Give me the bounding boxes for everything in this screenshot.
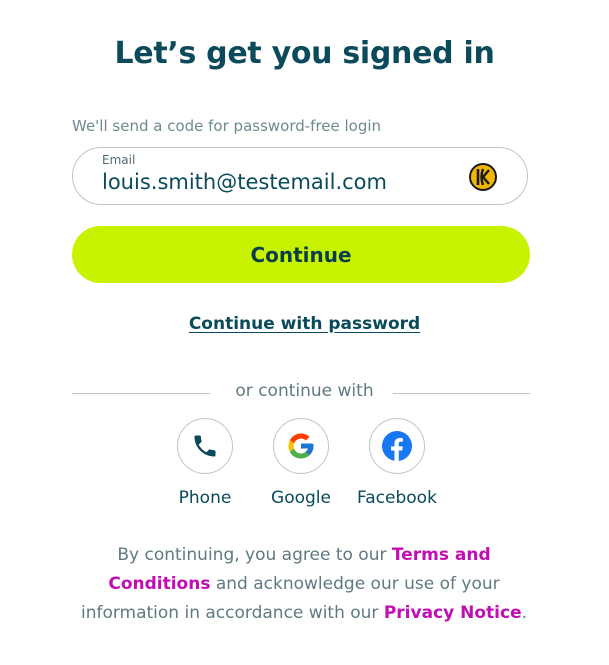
legal-notice: By continuing, you agree to our Terms an…: [72, 541, 536, 628]
email-input[interactable]: [102, 170, 442, 194]
phone-icon: [194, 435, 216, 457]
legal-suffix: .: [521, 603, 528, 623]
email-label: Email: [102, 153, 136, 167]
facebook-option[interactable]: Facebook: [352, 418, 442, 508]
privacy-link[interactable]: Privacy Notice: [384, 603, 522, 623]
continue-with-password-link[interactable]: Continue with password: [0, 314, 609, 334]
divider-text: or continue with: [235, 381, 374, 401]
phone-label: Phone: [178, 488, 232, 508]
google-label: Google: [271, 488, 331, 508]
login-hint: We'll send a code for password-free logi…: [72, 117, 382, 135]
phone-option[interactable]: Phone: [160, 418, 250, 508]
facebook-icon: [382, 431, 412, 461]
phone-button[interactable]: [177, 418, 233, 474]
continue-button[interactable]: Continue: [72, 226, 530, 283]
email-field[interactable]: Email: [72, 147, 528, 205]
facebook-button[interactable]: [369, 418, 425, 474]
facebook-label: Facebook: [357, 488, 437, 508]
google-button[interactable]: [273, 418, 329, 474]
keeper-icon[interactable]: [469, 163, 497, 191]
legal-prefix: By continuing, you agree to our: [117, 545, 392, 565]
google-option[interactable]: Google: [256, 418, 346, 508]
page-title: Let’s get you signed in: [114, 36, 495, 71]
google-icon: [288, 433, 314, 459]
